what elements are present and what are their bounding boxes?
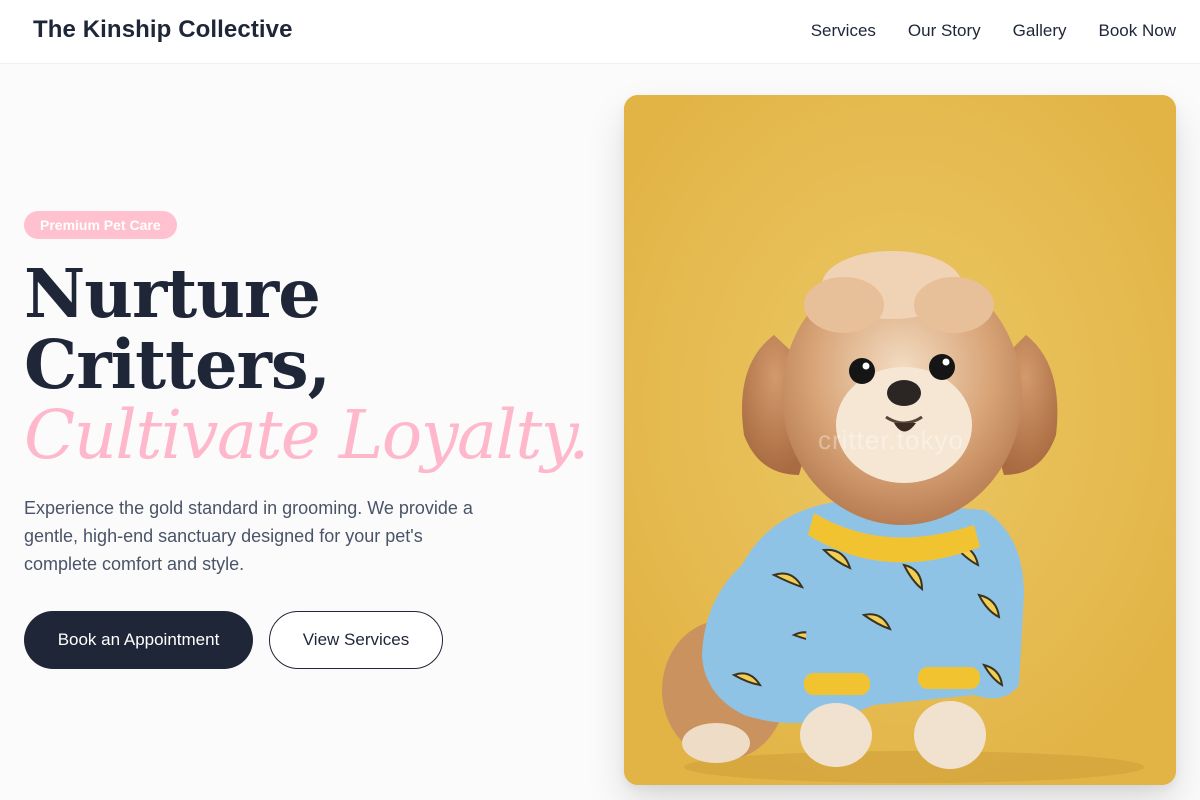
hero-dog-photo: critter.tokyo (624, 95, 1176, 785)
nav-link-gallery[interactable]: Gallery (1013, 21, 1067, 41)
top-navbar: The Kinship Collective Services Our Stor… (0, 0, 1200, 64)
book-appointment-button[interactable]: Book an Appointment (24, 611, 253, 669)
headline-line-2: Critters, (24, 325, 331, 404)
main-navigation: Services Our Story Gallery Book Now (811, 21, 1176, 41)
hero-description: Experience the gold standard in grooming… (24, 498, 473, 574)
hero-headline: Nurture Critters, Cultivate Loyalty. (24, 254, 590, 474)
headline-line-1: Nurture (24, 254, 321, 333)
nav-link-our-story[interactable]: Our Story (908, 21, 981, 41)
view-services-button[interactable]: View Services (269, 611, 443, 669)
headline-accent: Cultivate Loyalty. (24, 396, 590, 474)
premium-badge: Premium Pet Care (24, 211, 177, 239)
photo-watermark: critter.tokyo (818, 425, 964, 455)
brand-logo-text[interactable]: The Kinship Collective (33, 16, 293, 44)
nav-link-services[interactable]: Services (811, 21, 876, 41)
nav-link-book-now[interactable]: Book Now (1099, 21, 1176, 41)
